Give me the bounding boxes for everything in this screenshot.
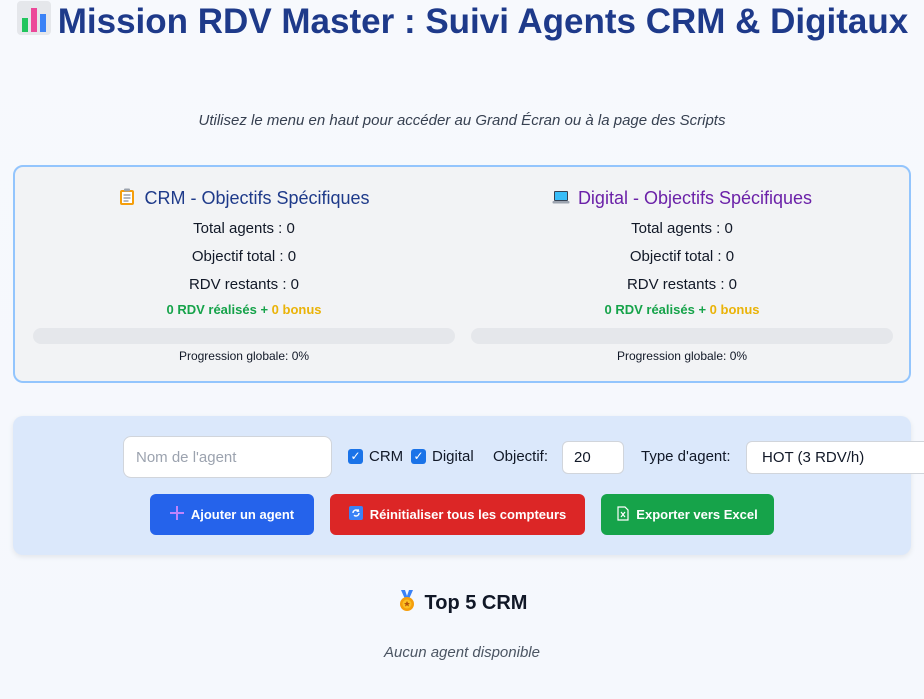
crm-rdv-done: 0 RDV réalisés + 0 bonus [33, 300, 455, 320]
crm-checkbox-label: CRM [369, 448, 404, 465]
crm-rdv-restants: RDV restants : 0 [188, 276, 300, 293]
laptop-icon [552, 188, 570, 206]
export-excel-label: Exporter vers Excel [636, 507, 758, 522]
clipboard-icon [118, 188, 136, 206]
objectives-panel: CRM - Objectifs Spécifiques Total agents… [13, 165, 911, 383]
crm-plus: + [256, 302, 272, 317]
medal-icon [397, 590, 417, 618]
plus-icon [169, 506, 184, 523]
digital-objectif-total: Objectif total : 0 [629, 248, 735, 265]
bar-chart-icon [16, 0, 52, 44]
crm-progress-label: Progression globale: 0% [178, 349, 310, 363]
top5-title-text: Top 5 CRM [424, 592, 528, 614]
digital-bonus: 0 bonus [709, 302, 760, 317]
page-title-text: Mission RDV Master : Suivi Agents CRM & … [57, 2, 909, 41]
crm-total-agents: Total agents : 0 [193, 220, 295, 237]
page-subtitle: Utilisez le menu en haut pour accéder au… [198, 112, 726, 129]
digital-objectives: Digital - Objectifs Spécifiques Total ag… [471, 167, 893, 363]
digital-checkbox-box[interactable]: ✓ [411, 449, 426, 464]
digital-checkbox[interactable]: ✓ Digital [411, 448, 474, 465]
top5-empty-message: Aucun agent disponible [384, 644, 540, 661]
agent-type-label: Type d'agent: [641, 448, 731, 465]
digital-rdv-realises: 0 RDV réalisés [604, 302, 695, 317]
agent-name-input[interactable] [123, 436, 332, 478]
crm-checkbox-box[interactable]: ✓ [348, 449, 363, 464]
top5-title: Top 5 CRM [0, 590, 924, 618]
digital-heading-text: Digital - Objectifs Spécifiques [577, 188, 813, 208]
crm-checkbox[interactable]: ✓ CRM [348, 448, 403, 465]
refresh-icon [348, 506, 363, 523]
crm-bonus: 0 bonus [271, 302, 322, 317]
digital-rdv-done: 0 RDV réalisés + 0 bonus [471, 300, 893, 320]
objectif-label: Objectif: [493, 448, 549, 465]
crm-heading-text: CRM - Objectifs Spécifiques [144, 188, 370, 208]
reset-counters-label: Réinitialiser tous les compteurs [369, 507, 567, 522]
crm-heading: CRM - Objectifs Spécifiques [33, 188, 455, 212]
digital-plus: + [694, 302, 710, 317]
digital-progress-bar [471, 328, 893, 344]
crm-objectif-total: Objectif total : 0 [191, 248, 297, 265]
digital-checkbox-label: Digital [432, 448, 474, 465]
add-agent-button[interactable]: Ajouter un agent [150, 494, 314, 535]
add-agent-label: Ajouter un agent [190, 507, 295, 522]
page-title: Mission RDV Master : Suivi Agents CRM & … [0, 0, 924, 44]
crm-progress-bar [33, 328, 455, 344]
agent-type-select[interactable]: HOT (3 RDV/h) [746, 441, 924, 474]
export-excel-button[interactable]: Exporter vers Excel [601, 494, 774, 535]
digital-heading: Digital - Objectifs Spécifiques [471, 188, 893, 212]
digital-progress-label: Progression globale: 0% [616, 349, 748, 363]
digital-total-agents: Total agents : 0 [631, 220, 733, 237]
digital-rdv-restants: RDV restants : 0 [626, 276, 738, 293]
crm-objectives: CRM - Objectifs Spécifiques Total agents… [33, 167, 455, 363]
excel-file-icon [617, 505, 629, 524]
add-agent-form: ✓ CRM ✓ Digital Objectif: 20 Type d'agen… [13, 416, 924, 555]
reset-counters-button[interactable]: Réinitialiser tous les compteurs [330, 494, 585, 535]
objectif-input[interactable]: 20 [562, 441, 624, 474]
crm-rdv-realises: 0 RDV réalisés [166, 302, 257, 317]
